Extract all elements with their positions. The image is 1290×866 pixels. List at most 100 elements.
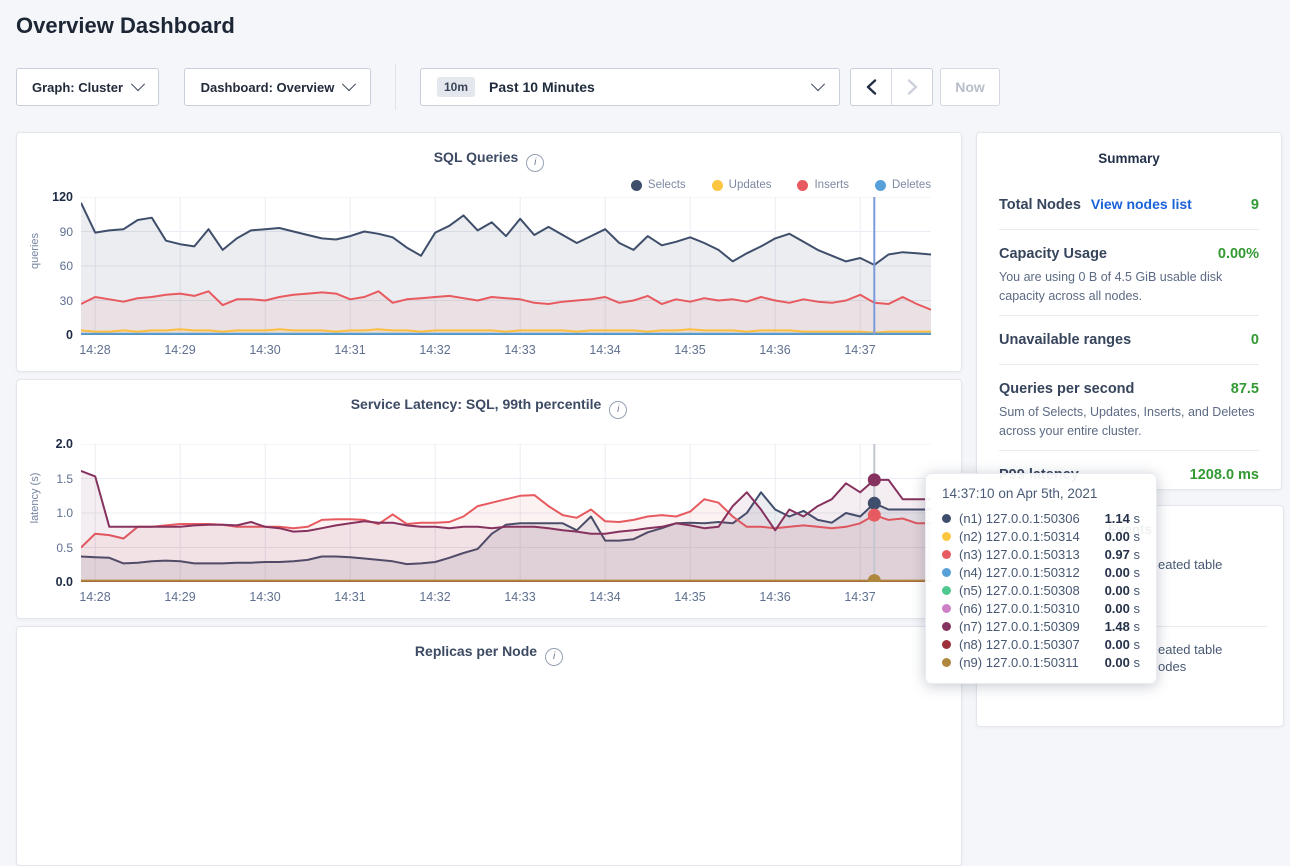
x-tick-label: 14:37 xyxy=(832,590,888,604)
y-tick-label: 1.5 xyxy=(17,472,73,486)
graph-dropdown[interactable]: Graph: Cluster xyxy=(16,68,159,106)
legend-item[interactable]: Inserts xyxy=(797,179,849,191)
y-tick-label: 120 xyxy=(17,190,73,204)
event-item-text[interactable]: eated table xyxy=(1158,557,1222,572)
divider xyxy=(999,364,1259,365)
tooltip-row: (n4) 127.0.0.1:50312 0.00 s xyxy=(942,563,1140,581)
now-button-label: Now xyxy=(955,79,985,95)
time-pager xyxy=(850,68,933,106)
series-dot-icon xyxy=(942,532,951,541)
sql-queries-title: SQL Queries xyxy=(434,149,519,165)
tooltip-node-label: (n5) 127.0.0.1:50308 xyxy=(959,583,1080,598)
event-item-text[interactable]: odes xyxy=(1158,659,1186,674)
x-tick-label: 14:31 xyxy=(322,343,378,357)
tooltip-node-value: 1.14 s xyxy=(1105,511,1140,526)
info-icon[interactable]: i xyxy=(545,648,563,666)
summary-panel: Summary Total NodesView nodes list9 Capa… xyxy=(976,132,1282,490)
chart-title: SQL Queries i xyxy=(17,149,961,172)
x-tick-label: 14:29 xyxy=(152,590,208,604)
chevron-down-icon xyxy=(131,77,145,91)
legend-item[interactable]: Selects xyxy=(631,179,686,191)
tooltip-row: (n7) 127.0.0.1:50309 1.48 s xyxy=(942,617,1140,635)
tooltip-node-label: (n3) 127.0.0.1:50313 xyxy=(959,547,1080,562)
legend-label: Deletes xyxy=(892,179,931,191)
time-range-badge: 10m xyxy=(437,77,475,97)
chart-legend: Selects Updates Inserts Deletes xyxy=(631,179,931,191)
series-dot-icon xyxy=(942,604,951,613)
y-tick-label: 0 xyxy=(17,328,73,342)
series-dot-icon xyxy=(942,514,951,523)
series-dot-icon xyxy=(942,586,951,595)
tooltip-node-label: (n9) 127.0.0.1:50311 xyxy=(959,655,1079,670)
event-item-text[interactable]: eated table xyxy=(1158,642,1222,657)
tooltip-node-value: 0.00 s xyxy=(1105,583,1140,598)
next-timespan-button-disabled[interactable] xyxy=(891,69,932,105)
tooltip-node-value: 0.00 s xyxy=(1105,637,1140,652)
x-tick-label: 14:31 xyxy=(322,590,378,604)
service-latency-plot[interactable] xyxy=(81,444,931,582)
series-dot-icon xyxy=(942,568,951,577)
tooltip-node-label: (n4) 127.0.0.1:50312 xyxy=(959,565,1080,580)
divider xyxy=(999,315,1259,316)
x-tick-label: 14:34 xyxy=(577,343,633,357)
service-latency-chart-card: Service Latency: SQL, 99th percentilei l… xyxy=(16,379,962,619)
y-tick-label: 2.0 xyxy=(17,437,73,451)
dashboard-dropdown[interactable]: Dashboard: Overview xyxy=(184,68,371,106)
summary-item: Queries per second 87.5 xyxy=(999,371,1259,407)
tooltip-row: (n2) 127.0.0.1:50314 0.00 s xyxy=(942,527,1140,545)
series-dot-icon xyxy=(942,640,951,649)
y-tick-label: 0.5 xyxy=(17,541,73,555)
summary-item: Total NodesView nodes list9 xyxy=(999,186,1259,223)
replicas-per-node-title: Replicas per Node xyxy=(415,643,537,659)
now-button-disabled[interactable]: Now xyxy=(940,68,1000,106)
legend-label: Updates xyxy=(729,179,772,191)
y-axis-label: latency (s) xyxy=(29,448,41,548)
series-dot-icon xyxy=(942,658,951,667)
previous-timespan-button[interactable] xyxy=(851,69,891,105)
tooltip-row: (n1) 127.0.0.1:50306 1.14 s xyxy=(942,509,1140,527)
info-icon[interactable]: i xyxy=(526,154,544,172)
x-tick-label: 14:32 xyxy=(407,590,463,604)
summary-item-label: Queries per second xyxy=(999,381,1134,397)
series-dot-icon xyxy=(942,550,951,559)
tooltip-node-value: 0.00 s xyxy=(1105,601,1140,616)
summary-item-description: You are using 0 B of 4.5 GiB usable disk… xyxy=(999,268,1259,307)
overview-dashboard-page: { "page": {"title": "Overview Dashboard"… xyxy=(0,0,1290,689)
summary-item: Unavailable ranges0 xyxy=(999,322,1259,358)
sql-queries-plot[interactable] xyxy=(81,197,931,335)
view-nodes-list-link[interactable]: View nodes list xyxy=(1091,196,1192,212)
summary-items: Total NodesView nodes list9 Capacity Usa… xyxy=(999,186,1259,493)
tooltip-node-value: 0.00 s xyxy=(1105,565,1140,580)
x-tick-label: 14:35 xyxy=(662,590,718,604)
y-tick-label: 60 xyxy=(17,259,73,273)
x-tick-label: 14:33 xyxy=(492,590,548,604)
chevron-down-icon xyxy=(342,77,356,91)
legend-item[interactable]: Updates xyxy=(712,179,772,191)
legend-item[interactable]: Deletes xyxy=(875,179,931,191)
chart-title: Replicas per Node i xyxy=(17,643,961,666)
tooltip-node-value: 0.00 s xyxy=(1105,655,1140,670)
x-tick-label: 14:32 xyxy=(407,343,463,357)
x-tick-label: 14:34 xyxy=(577,590,633,604)
x-tick-label: 14:35 xyxy=(662,343,718,357)
tooltip-node-value: 0.97 s xyxy=(1105,547,1140,562)
y-tick-label: 90 xyxy=(17,225,73,239)
x-tick-label: 14:30 xyxy=(237,343,293,357)
x-tick-label: 14:37 xyxy=(832,343,888,357)
tooltip-node-label: (n1) 127.0.0.1:50306 xyxy=(959,511,1080,526)
info-icon[interactable]: i xyxy=(609,401,627,419)
toolbar-divider xyxy=(395,64,396,110)
chart-title: Service Latency: SQL, 99th percentilei xyxy=(17,396,961,419)
summary-title: Summary xyxy=(999,151,1259,166)
chevron-down-icon xyxy=(811,77,825,91)
divider xyxy=(999,450,1259,451)
time-range-dropdown[interactable]: 10m Past 10 Minutes xyxy=(420,68,840,106)
divider xyxy=(999,229,1259,230)
x-tick-label: 14:28 xyxy=(67,343,123,357)
legend-label: Inserts xyxy=(814,179,849,191)
summary-item-value: 87.5 xyxy=(1231,381,1259,397)
x-tick-label: 14:33 xyxy=(492,343,548,357)
legend-label: Selects xyxy=(648,179,686,191)
tooltip-node-label: (n8) 127.0.0.1:50307 xyxy=(959,637,1080,652)
summary-item-value: 1208.0 ms xyxy=(1190,467,1259,483)
